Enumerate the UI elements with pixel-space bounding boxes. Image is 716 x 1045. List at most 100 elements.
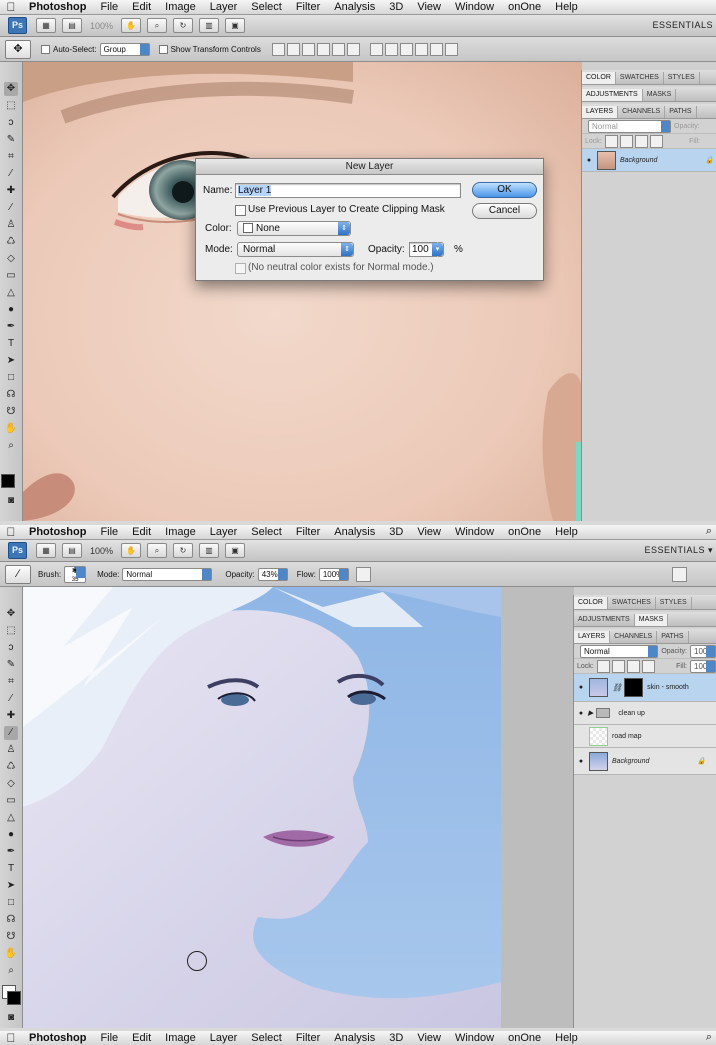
dodge-tool-icon[interactable]: ● bbox=[4, 828, 18, 842]
cancel-button[interactable]: Cancel bbox=[472, 203, 537, 219]
menu-edit[interactable]: Edit bbox=[125, 526, 158, 538]
menu-app[interactable]: Photoshop bbox=[22, 1032, 93, 1044]
lock-pixels-icon[interactable] bbox=[619, 134, 633, 148]
move-tool-icon[interactable]: ✥ bbox=[4, 607, 18, 621]
lasso-tool-icon[interactable]: ↄ bbox=[4, 641, 18, 655]
tab-layers[interactable]: LAYERS bbox=[582, 106, 619, 118]
menu-window[interactable]: Window bbox=[448, 526, 501, 538]
history-brush-icon[interactable]: ♺ bbox=[4, 235, 18, 249]
distribute-hcenter-icon[interactable] bbox=[429, 42, 443, 56]
distribute-right-icon[interactable] bbox=[444, 42, 458, 56]
auto-select-dropdown[interactable]: Group bbox=[99, 42, 150, 56]
eyedropper-tool-icon[interactable]: ⁄ bbox=[4, 692, 18, 706]
menu-file[interactable]: File bbox=[93, 526, 125, 538]
layer-row-clean-up[interactable]: ● ▶ clean up bbox=[574, 702, 716, 725]
menu-app[interactable]: Photoshop bbox=[22, 1, 93, 13]
shape-tool-icon[interactable]: □ bbox=[4, 371, 18, 385]
menu-onone[interactable]: onOne bbox=[501, 1, 548, 13]
3d-orbit-icon[interactable]: ☋ bbox=[4, 930, 18, 944]
menu-view[interactable]: View bbox=[410, 1032, 448, 1044]
zoom-level[interactable]: 100% bbox=[90, 546, 113, 556]
layer-row-background[interactable]: ● Background 🔒 bbox=[574, 748, 716, 775]
menu-3d[interactable]: 3D bbox=[382, 526, 410, 538]
3d-orbit-icon[interactable]: ☋ bbox=[4, 405, 18, 419]
align-bottom-icon[interactable] bbox=[301, 42, 315, 56]
quick-select-tool-icon[interactable]: ✎ bbox=[4, 133, 18, 147]
zoom-tool-icon[interactable]: ⌕ bbox=[4, 964, 18, 978]
blend-mode-dropdown[interactable]: Normal bbox=[588, 119, 671, 133]
dodge-tool-icon[interactable]: ● bbox=[4, 303, 18, 317]
lock-position-icon[interactable] bbox=[634, 134, 648, 148]
layer-opacity-field[interactable]: 100% bbox=[690, 644, 716, 658]
tab-color[interactable]: COLOR bbox=[582, 72, 616, 84]
menu-layer[interactable]: Layer bbox=[203, 1, 245, 13]
screen-mode-icon[interactable]: ▣ bbox=[225, 543, 246, 558]
menu-select[interactable]: Select bbox=[244, 1, 289, 13]
tab-channels[interactable]: CHANNELS bbox=[618, 106, 666, 118]
zoom-tool-icon[interactable]: ⌕ bbox=[147, 18, 168, 33]
3d-rotate-icon[interactable]: ☊ bbox=[4, 913, 18, 927]
tab-paths[interactable]: PATHS bbox=[657, 631, 689, 643]
airbrush-icon[interactable] bbox=[355, 566, 371, 582]
zoom-tool-icon[interactable]: ⌕ bbox=[4, 439, 18, 453]
brush-flow-field[interactable]: 100% bbox=[318, 567, 349, 581]
brush-tool-preset-icon[interactable]: ∕ bbox=[5, 564, 31, 584]
menu-view[interactable]: View bbox=[410, 1, 448, 13]
spotlight-search-icon[interactable]: ⌕ bbox=[706, 1031, 712, 1044]
lock-all-icon[interactable] bbox=[649, 134, 663, 148]
tab-masks[interactable]: MASKS bbox=[634, 614, 669, 626]
align-right-icon[interactable] bbox=[346, 42, 360, 56]
eraser-tool-icon[interactable]: ◇ bbox=[4, 777, 18, 791]
lock-position-icon[interactable] bbox=[626, 659, 640, 673]
tab-layers[interactable]: LAYERS bbox=[574, 631, 611, 643]
align-top-icon[interactable] bbox=[271, 42, 285, 56]
marquee-tool-icon[interactable]: ⬚ bbox=[4, 624, 18, 638]
view-extras-button[interactable]: ▤ bbox=[62, 18, 82, 33]
menu-help[interactable]: Help bbox=[548, 526, 585, 538]
crop-tool-icon[interactable]: ⌗ bbox=[4, 675, 18, 689]
menu-3d[interactable]: 3D bbox=[382, 1, 410, 13]
layer-row-background[interactable]: ● Background 🔒 bbox=[582, 149, 716, 172]
move-tool-preset-icon[interactable]: ✥ bbox=[5, 39, 31, 59]
show-transform-checkbox[interactable] bbox=[158, 44, 168, 54]
type-tool-icon[interactable]: T bbox=[4, 337, 18, 351]
tab-adjustments[interactable]: ADJUSTMENTS bbox=[582, 89, 643, 101]
path-select-icon[interactable]: ➤ bbox=[4, 354, 18, 368]
quick-mask-icon[interactable]: ◙ bbox=[4, 494, 18, 508]
tab-adjustments[interactable]: ADJUSTMENTS bbox=[574, 614, 635, 626]
type-tool-icon[interactable]: T bbox=[4, 862, 18, 876]
workspace-switcher[interactable]: ESSENTIALS ▾ bbox=[644, 545, 713, 556]
gradient-tool-icon[interactable]: ▭ bbox=[4, 794, 18, 808]
distribute-left-icon[interactable] bbox=[414, 42, 428, 56]
rotate-view-icon[interactable]: ↻ bbox=[173, 543, 194, 558]
brush-panel-toggle-icon[interactable] bbox=[672, 566, 687, 582]
menu-3d[interactable]: 3D bbox=[382, 1032, 410, 1044]
auto-select-checkbox[interactable] bbox=[41, 44, 50, 54]
lock-pixels-icon[interactable] bbox=[611, 659, 625, 673]
pen-tool-icon[interactable]: ✒ bbox=[4, 320, 18, 334]
lock-transparency-icon[interactable] bbox=[596, 659, 610, 673]
align-left-icon[interactable] bbox=[316, 42, 330, 56]
menu-analysis[interactable]: Analysis bbox=[327, 1, 382, 13]
tab-paths[interactable]: PATHS bbox=[665, 106, 697, 118]
menu-app[interactable]: Photoshop bbox=[22, 526, 93, 538]
spotlight-search-icon[interactable]: ⌕ bbox=[706, 525, 712, 538]
eye-icon[interactable]: ● bbox=[574, 710, 588, 717]
menu-analysis[interactable]: Analysis bbox=[327, 526, 382, 538]
hand-tool-icon[interactable]: ✋ bbox=[4, 947, 18, 961]
menu-file[interactable]: File bbox=[93, 1, 125, 13]
menu-select[interactable]: Select bbox=[244, 1032, 289, 1044]
layer-fill-field[interactable]: 100% bbox=[690, 659, 716, 673]
menu-help[interactable]: Help bbox=[548, 1032, 585, 1044]
distribute-bottom-icon[interactable] bbox=[399, 42, 413, 56]
bridge-button[interactable]: ▦ bbox=[36, 543, 56, 558]
menu-edit[interactable]: Edit bbox=[125, 1032, 158, 1044]
menu-filter[interactable]: Filter bbox=[289, 1032, 327, 1044]
document-canvas[interactable] bbox=[23, 62, 582, 521]
menu-edit[interactable]: Edit bbox=[125, 1, 158, 13]
foreground-color-swatch[interactable] bbox=[1, 474, 15, 488]
document-canvas[interactable] bbox=[23, 587, 574, 1028]
history-brush-icon[interactable]: ♺ bbox=[4, 760, 18, 774]
eraser-tool-icon[interactable]: ◇ bbox=[4, 252, 18, 266]
eye-icon[interactable]: ● bbox=[574, 684, 588, 691]
